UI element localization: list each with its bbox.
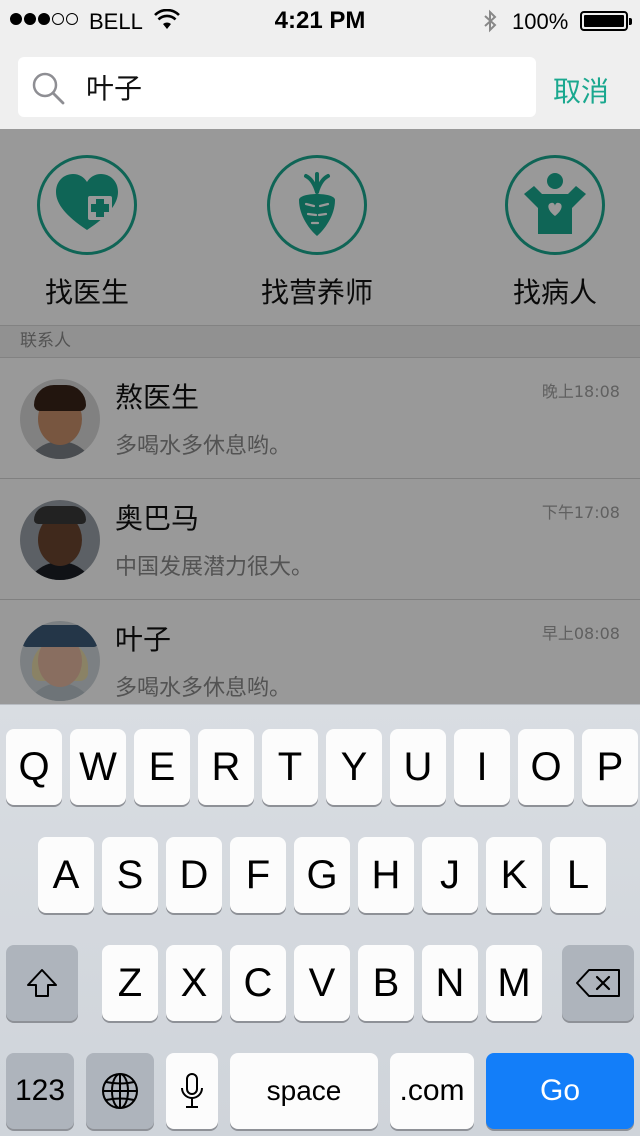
- key-c[interactable]: C: [230, 945, 286, 1021]
- key-i[interactable]: I: [454, 729, 510, 805]
- carrot-icon: [267, 155, 367, 255]
- battery-percentage: 100%: [512, 9, 569, 34]
- contact-row[interactable]: 奥巴马 中国发展潜力很大。 下午17:08: [0, 479, 640, 600]
- dotcom-key[interactable]: .com: [390, 1053, 474, 1129]
- find-doctor-label: 找医生: [44, 276, 129, 309]
- key-s[interactable]: S: [102, 837, 158, 913]
- key-l[interactable]: L: [550, 837, 606, 913]
- contact-last-message: 多喝水多休息哟。: [115, 434, 292, 459]
- key-b[interactable]: B: [358, 945, 414, 1021]
- bluetooth-icon: [484, 9, 497, 33]
- avatar: [20, 621, 100, 701]
- key-x[interactable]: X: [166, 945, 222, 1021]
- contact-last-message: 多喝水多休息哟。: [115, 676, 292, 701]
- key-v[interactable]: V: [294, 945, 350, 1021]
- find-patient-label: 找病人: [512, 276, 597, 309]
- heart-plus-icon: [37, 155, 137, 255]
- contact-timestamp: 下午17:08: [541, 503, 620, 522]
- key-m[interactable]: M: [486, 945, 542, 1021]
- shift-icon: [27, 969, 57, 997]
- numbers-key[interactable]: 123: [6, 1053, 74, 1129]
- key-r[interactable]: R: [198, 729, 254, 805]
- contact-name: 熬医生: [115, 381, 200, 414]
- cancel-button[interactable]: 取消: [553, 70, 609, 110]
- shift-key[interactable]: [6, 945, 78, 1021]
- key-w[interactable]: W: [70, 729, 126, 805]
- find-nutritionist-button[interactable]: 找营养师: [217, 129, 417, 325]
- avatar: [20, 379, 100, 459]
- search-bar: 取消: [0, 40, 640, 129]
- contact-row[interactable]: 熬医生 多喝水多休息哟。 晚上18:08: [0, 358, 640, 479]
- contact-name: 叶子: [115, 623, 172, 656]
- key-n[interactable]: N: [422, 945, 478, 1021]
- search-icon: [32, 72, 65, 105]
- avatar: [20, 500, 100, 580]
- keyboard: Q W E R T Y U I O P A S D F G H J K L Z …: [0, 704, 640, 1136]
- person-heart-icon: [505, 155, 605, 255]
- key-q[interactable]: Q: [6, 729, 62, 805]
- find-nutritionist-label: 找营养师: [260, 276, 373, 309]
- contacts-section-header: 联系人: [0, 325, 640, 358]
- battery-icon: [580, 11, 632, 31]
- backspace-icon: [576, 969, 620, 997]
- key-h[interactable]: H: [358, 837, 414, 913]
- key-d[interactable]: D: [166, 837, 222, 913]
- key-p[interactable]: P: [582, 729, 638, 805]
- key-t[interactable]: T: [262, 729, 318, 805]
- contact-last-message: 中国发展潜力很大。: [115, 555, 314, 580]
- status-bar: BELL 4:21 PM 100%: [0, 0, 640, 40]
- find-patient-button[interactable]: 找病人: [455, 129, 640, 325]
- backspace-key[interactable]: [562, 945, 634, 1021]
- microphone-icon: [181, 1073, 203, 1108]
- search-results-content: 找医生 找营养师 找病人 联系人 熬医生 多喝水多休息哟。 晚上18:08 奥巴…: [0, 129, 640, 704]
- key-e[interactable]: E: [134, 729, 190, 805]
- key-j[interactable]: J: [422, 837, 478, 913]
- find-doctor-button[interactable]: 找医生: [0, 129, 187, 325]
- key-a[interactable]: A: [38, 837, 94, 913]
- key-f[interactable]: F: [230, 837, 286, 913]
- globe-icon: [102, 1073, 138, 1109]
- contact-row[interactable]: 叶子 多喝水多休息哟。 早上08:08: [0, 600, 640, 704]
- key-u[interactable]: U: [390, 729, 446, 805]
- globe-key[interactable]: [86, 1053, 154, 1129]
- key-g[interactable]: G: [294, 837, 350, 913]
- key-k[interactable]: K: [486, 837, 542, 913]
- contact-name: 奥巴马: [115, 502, 200, 535]
- search-input[interactable]: [86, 69, 516, 105]
- space-key[interactable]: space: [230, 1053, 378, 1129]
- contact-timestamp: 早上08:08: [541, 624, 620, 643]
- quick-actions: 找医生 找营养师 找病人: [0, 129, 640, 325]
- go-key[interactable]: Go: [486, 1053, 634, 1129]
- key-z[interactable]: Z: [102, 945, 158, 1021]
- key-y[interactable]: Y: [326, 729, 382, 805]
- key-o[interactable]: O: [518, 729, 574, 805]
- search-field-container[interactable]: [18, 57, 536, 117]
- dictation-key[interactable]: [166, 1053, 218, 1129]
- contact-timestamp: 晚上18:08: [541, 382, 620, 401]
